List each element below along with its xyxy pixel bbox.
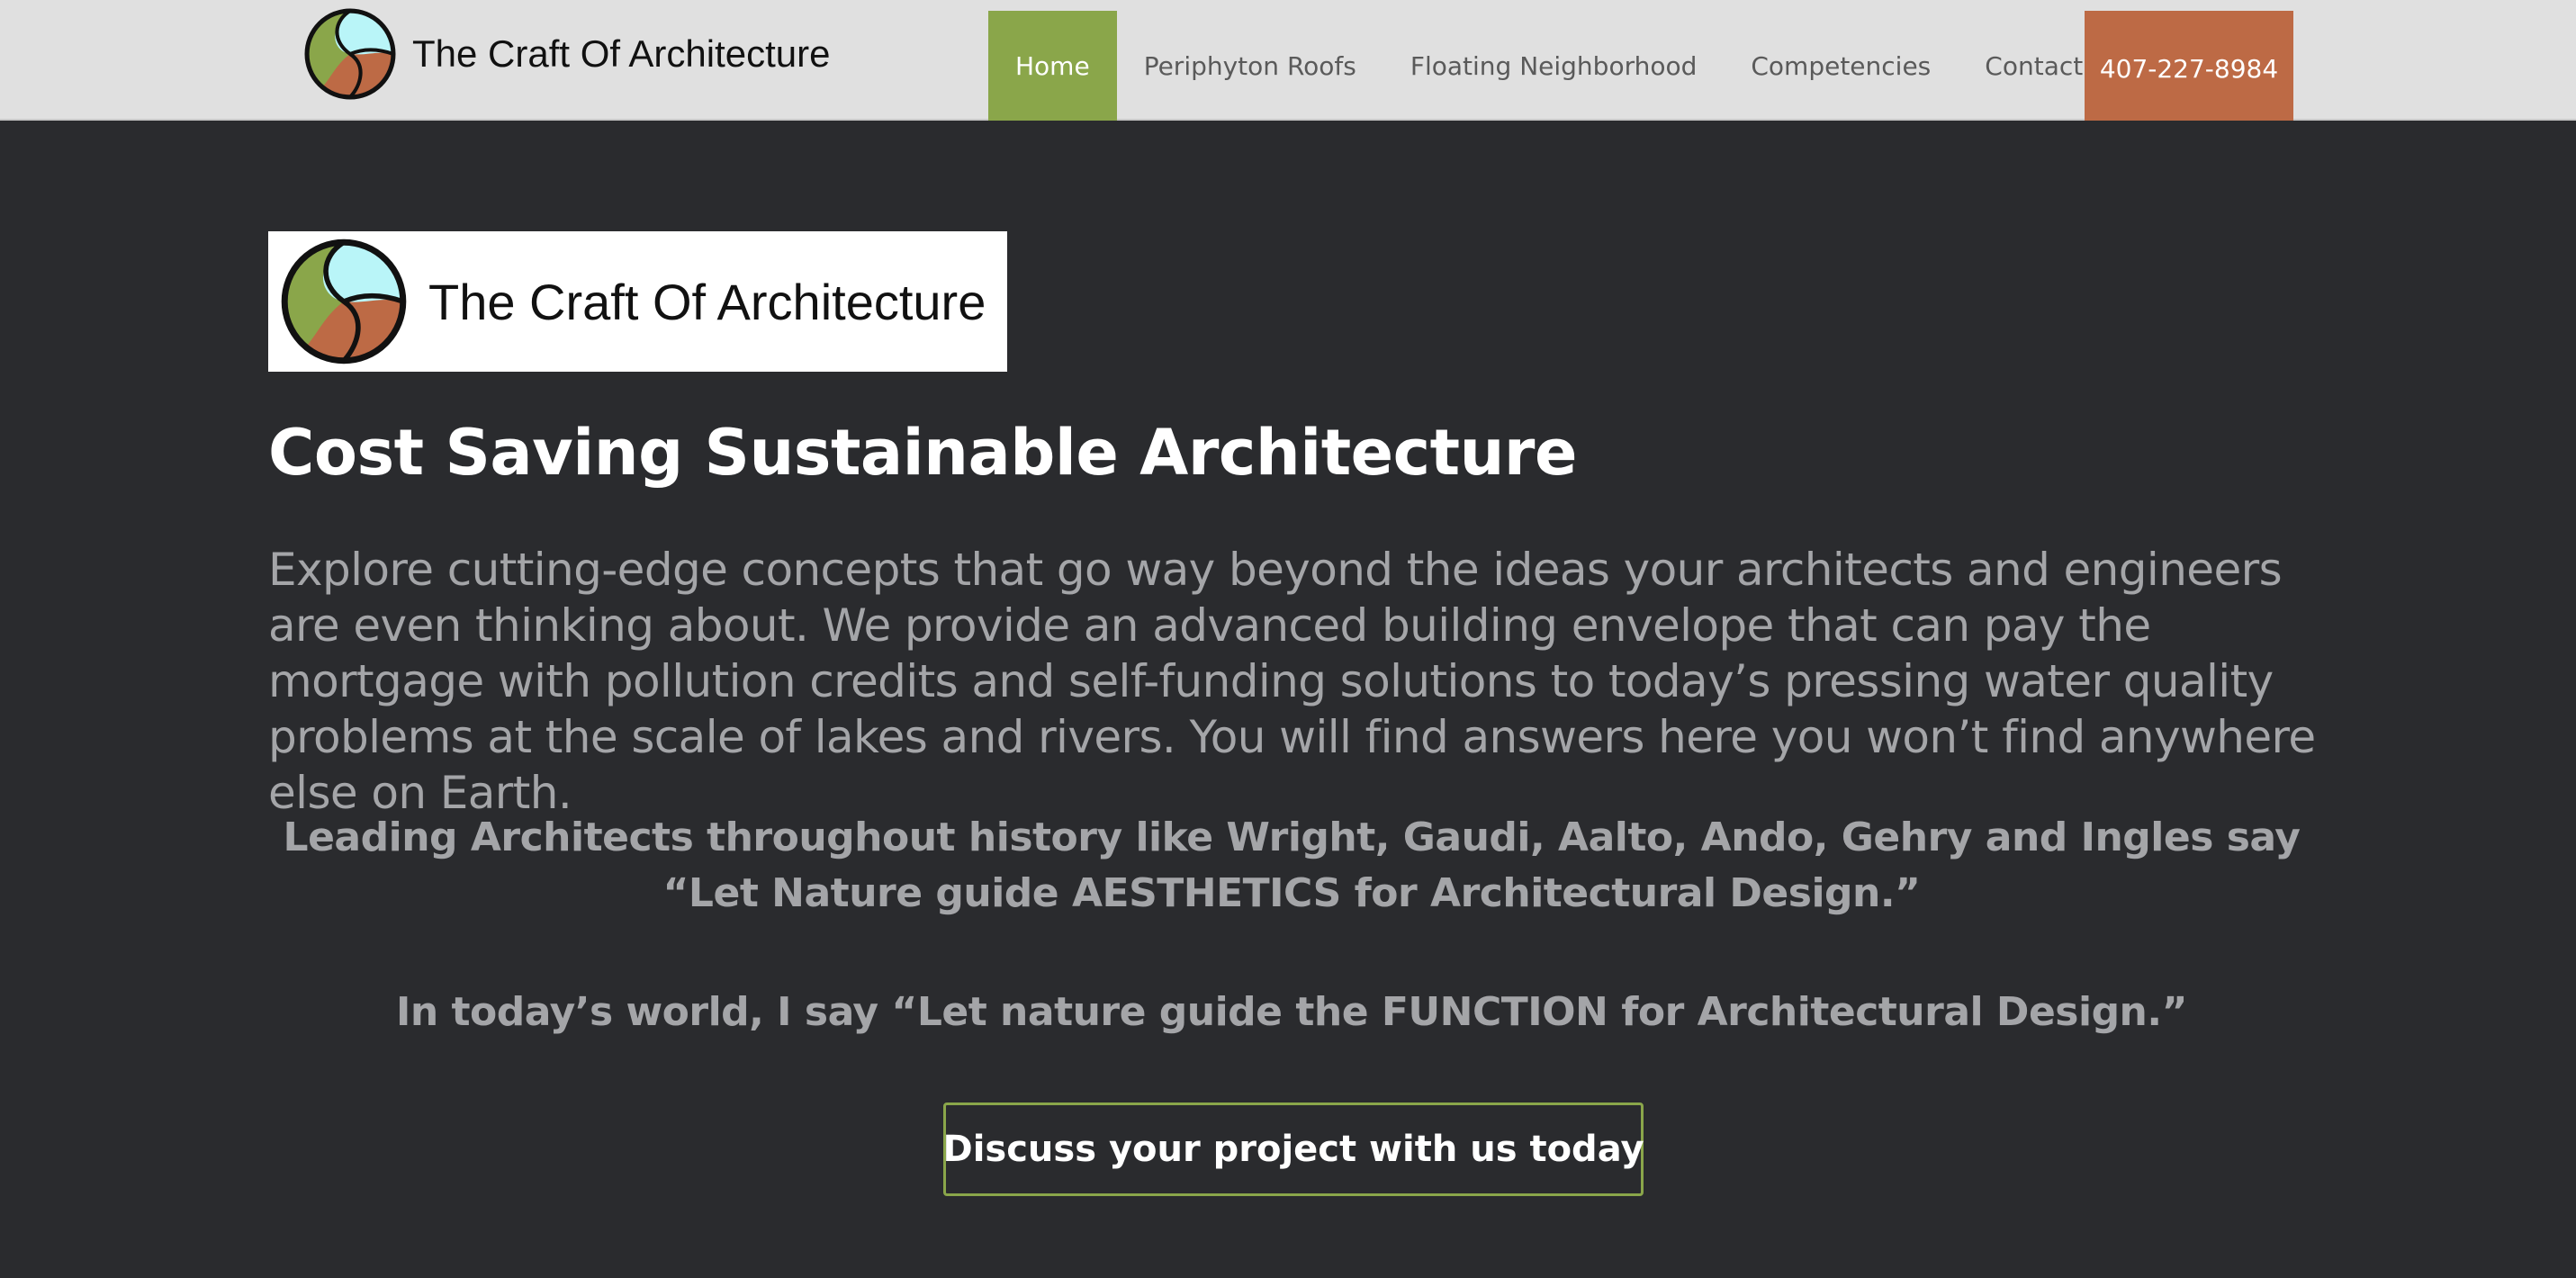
architects-quote: Leading Architects throughout history li… bbox=[283, 814, 2301, 916]
tri-swirl-logo-icon bbox=[304, 8, 396, 100]
hero-intro-text: Explore cutting-edge concepts that go wa… bbox=[268, 544, 2316, 819]
hero-logo-banner: The Craft Of Architecture bbox=[268, 231, 1007, 372]
brand-name: The Craft Of Architecture bbox=[412, 32, 831, 75]
main-nav: Home Periphyton Roofs Floating Neighborh… bbox=[988, 11, 2110, 121]
brand-home-link[interactable]: The Craft Of Architecture bbox=[304, 8, 831, 100]
nav-item-competencies[interactable]: Competencies bbox=[1724, 11, 1958, 121]
page-title: Cost Saving Sustainable Architecture bbox=[268, 416, 1577, 490]
tri-swirl-logo-icon bbox=[281, 238, 407, 364]
function-quote: In today’s world, I say “Let nature guid… bbox=[395, 989, 2188, 1035]
nav-item-periphyton-roofs[interactable]: Periphyton Roofs bbox=[1117, 11, 1383, 121]
nav-item-home[interactable]: Home bbox=[988, 11, 1117, 121]
site-header: The Craft Of Architecture Home Periphyto… bbox=[0, 0, 2576, 121]
discuss-project-button[interactable]: Discuss your project with us today bbox=[942, 1102, 1644, 1196]
hero-logo-text: The Craft Of Architecture bbox=[428, 273, 986, 330]
phone-button[interactable]: 407-227-8984 bbox=[2085, 11, 2293, 121]
nav-item-floating-neighborhood[interactable]: Floating Neighborhood bbox=[1383, 11, 1725, 121]
